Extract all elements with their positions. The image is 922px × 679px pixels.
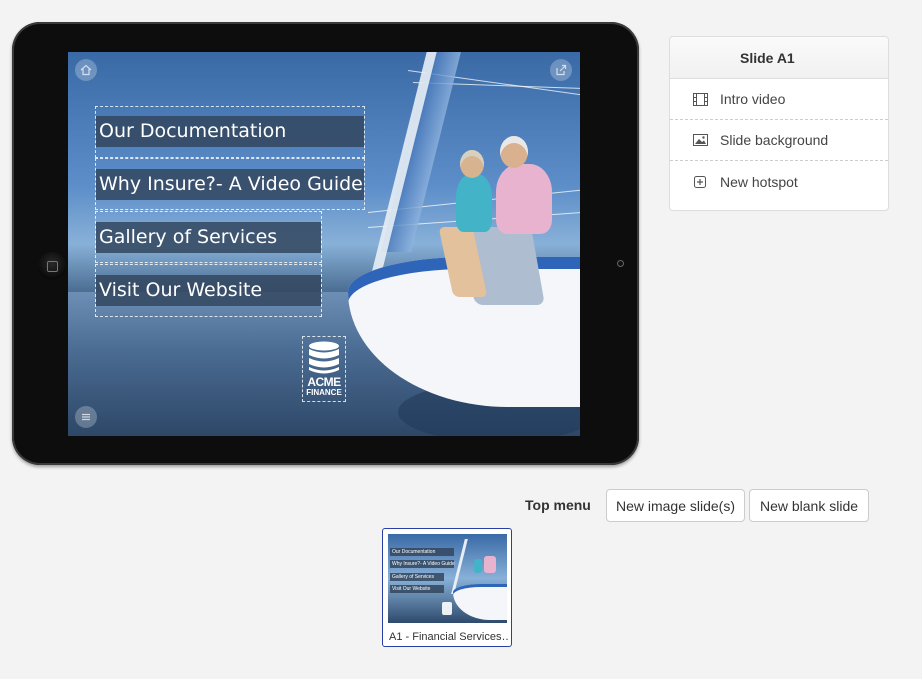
intro-video-item[interactable]: Intro video — [670, 79, 888, 120]
woman-figure — [456, 174, 492, 232]
panel-title: Slide A1 — [670, 37, 888, 79]
acme-finance-logo[interactable]: ACME FINANCE — [302, 336, 346, 402]
share-icon[interactable] — [550, 59, 572, 81]
thumbnail-logo — [442, 602, 452, 615]
logo-text-acme: ACME — [307, 375, 341, 389]
thumbnail-menu-item: Our Documentation — [390, 548, 454, 556]
slide-background-label: Slide background — [720, 132, 829, 148]
menu-item-website[interactable]: Visit Our Website — [96, 275, 321, 306]
thumbnail-menu-item: Visit Our Website — [390, 585, 444, 593]
thumbnail-menu-item: Gallery of Services — [390, 573, 444, 581]
thumbnail-caption: A1 - Financial Services… — [389, 631, 509, 643]
menu-icon[interactable] — [75, 406, 97, 428]
new-blank-slide-button[interactable]: New blank slide — [749, 489, 869, 522]
new-hotspot-label: New hotspot — [720, 173, 798, 190]
database-icon — [309, 341, 339, 374]
slide-background-item[interactable]: Slide background — [670, 120, 888, 161]
thumbnail-image: Our Documentation Why Insure?- A Video G… — [388, 534, 507, 623]
top-menu-label: Top menu — [525, 497, 591, 513]
thumbnail-menu-item: Why Insure?- A Video Guide — [390, 560, 455, 568]
menu-item-gallery[interactable]: Gallery of Services — [96, 222, 321, 253]
menu-item-documentation[interactable]: Our Documentation — [96, 116, 364, 147]
home-icon[interactable] — [75, 59, 97, 81]
logo-text-finance: FINANCE — [306, 388, 342, 397]
slide-thumbnail[interactable]: Our Documentation Why Insure?- A Video G… — [382, 528, 512, 647]
slide-properties-panel: Slide A1 Intro video Slide background Ne… — [669, 36, 889, 211]
new-hotspot-item[interactable]: New hotspot — [670, 161, 888, 202]
ipad-camera — [617, 260, 624, 267]
woman-head — [460, 150, 484, 178]
intro-video-label: Intro video — [720, 91, 786, 107]
film-icon — [692, 92, 708, 106]
man-head — [500, 136, 528, 168]
ipad-home-button — [38, 252, 66, 280]
plus-square-icon — [692, 175, 708, 189]
new-image-slide-button[interactable]: New image slide(s) — [606, 489, 745, 522]
image-icon — [692, 133, 708, 147]
menu-item-video-guide[interactable]: Why Insure?- A Video Guide — [96, 169, 364, 200]
man-figure — [496, 164, 552, 234]
